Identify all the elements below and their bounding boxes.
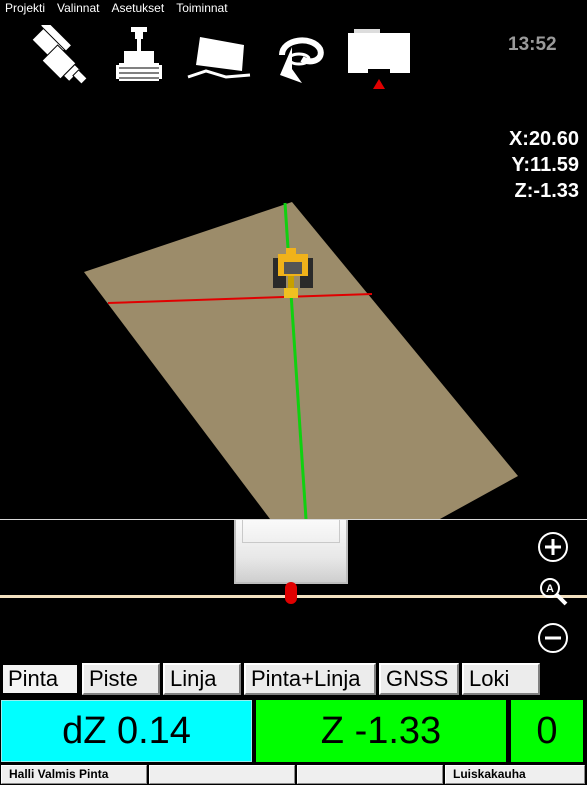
- zoom-auto-icon[interactable]: A: [537, 576, 569, 608]
- bucket-tip-marker: [285, 582, 297, 604]
- coord-y: Y:11.59: [511, 154, 579, 176]
- tab-gnss[interactable]: GNSS: [379, 663, 459, 695]
- zoom-out-icon[interactable]: [537, 622, 569, 654]
- tab-linja[interactable]: Linja: [163, 663, 241, 695]
- design-surface: [84, 202, 518, 519]
- count-readout: 0: [511, 700, 583, 762]
- tab-piste[interactable]: Piste: [82, 663, 160, 695]
- position-readout: X:20.60 Y:11.59 Z:-1.33: [509, 126, 579, 204]
- surface-3d-view[interactable]: [0, 0, 587, 520]
- bucket-profile: [234, 520, 348, 584]
- coord-z: Z:-1.33: [514, 180, 579, 202]
- dz-readout: dZ 0.14: [1, 700, 252, 762]
- tab-loki[interactable]: Loki: [462, 663, 540, 695]
- svg-text:A: A: [546, 583, 554, 595]
- status-surface: Halli Valmis Pinta: [1, 765, 147, 784]
- tab-pinta[interactable]: Pinta: [1, 663, 79, 695]
- status-field-3: [297, 765, 443, 784]
- status-field-2: [149, 765, 295, 784]
- view-tabs: Pinta Piste Linja Pinta+Linja GNSS Loki: [0, 662, 587, 696]
- status-bucket: Luiskakauha: [445, 765, 585, 784]
- status-bar: Halli Valmis Pinta Luiskakauha: [0, 764, 587, 785]
- z-readout: Z -1.33: [256, 700, 506, 762]
- tab-pinta-linja[interactable]: Pinta+Linja: [244, 663, 376, 695]
- zoom-in-icon[interactable]: [537, 531, 569, 563]
- coord-x: X:20.60: [508, 128, 579, 150]
